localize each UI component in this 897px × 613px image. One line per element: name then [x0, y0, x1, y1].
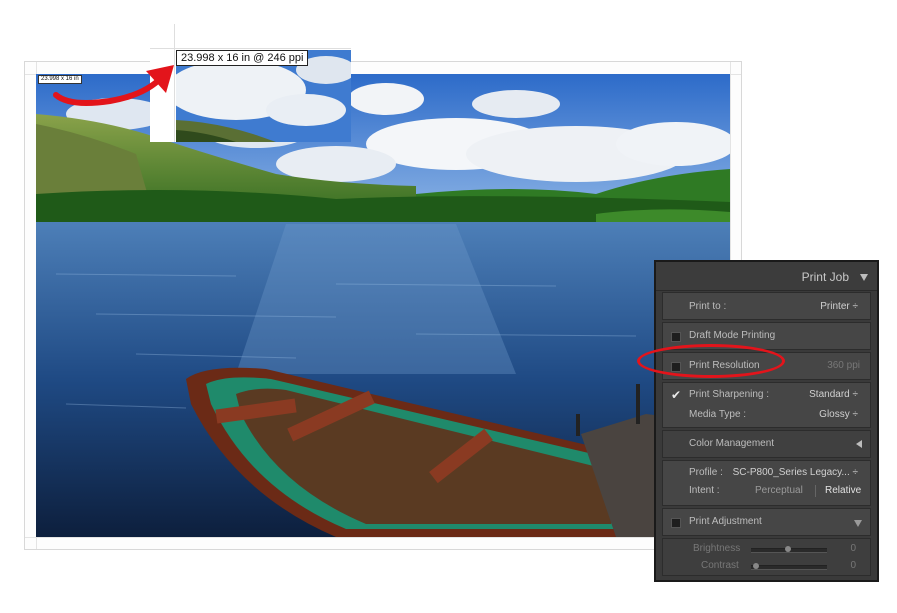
- brightness-value: 0: [850, 543, 856, 554]
- photo-preview[interactable]: [36, 74, 730, 537]
- brightness-label: Brightness: [693, 543, 741, 554]
- draft-mode-label: Draft Mode Printing: [689, 330, 776, 341]
- print-size-label-zoomed: 23.998 x 16 in @ 246 ppi: [176, 50, 309, 66]
- panel-header[interactable]: Print Job: [656, 262, 877, 291]
- color-management-header[interactable]: Color Management: [662, 430, 871, 458]
- print-adjustment-label: Print Adjustment: [689, 516, 762, 527]
- print-sharpening-select[interactable]: Standard ÷: [809, 389, 858, 400]
- draft-mode-checkbox[interactable]: [671, 332, 681, 342]
- intent-label: Intent :: [689, 485, 720, 496]
- collapse-triangle-icon[interactable]: [860, 274, 868, 281]
- collapse-triangle-icon[interactable]: [854, 520, 862, 527]
- intent-relative-option[interactable]: Relative: [825, 485, 861, 496]
- profile-label: Profile :: [689, 467, 723, 478]
- contrast-slider[interactable]: [751, 565, 827, 570]
- intent-perceptual-option[interactable]: Perceptual: [755, 485, 803, 496]
- expand-triangle-icon[interactable]: [856, 440, 862, 448]
- print-job-panel: Print Job Print to : Printer ÷ Draft Mod…: [654, 260, 879, 582]
- panel-title: Print Job: [801, 270, 849, 284]
- color-management-label: Color Management: [689, 438, 775, 449]
- brightness-slider-handle[interactable]: [785, 546, 791, 552]
- print-to-row: Print to : Printer ÷: [662, 292, 871, 320]
- annotation-ellipse: [637, 344, 785, 378]
- contrast-label: Contrast: [701, 560, 739, 571]
- adjustment-sliders: Brightness 0 Contrast 0: [662, 538, 871, 576]
- media-type-label: Media Type :: [689, 409, 747, 420]
- intent-divider: [815, 485, 816, 497]
- profile-select[interactable]: SC-P800_Series Legacy... ÷: [733, 467, 858, 478]
- media-type-select[interactable]: Glossy ÷: [819, 409, 858, 420]
- print-to-select[interactable]: Printer ÷: [820, 301, 858, 312]
- print-resolution-value[interactable]: 360 ppi: [827, 360, 860, 371]
- print-sharpening-group: ✔ Print Sharpening : Standard ÷ Media Ty…: [662, 382, 871, 428]
- annotation-arrow: [53, 65, 174, 106]
- profile-group: Profile : SC-P800_Series Legacy... ÷ Int…: [662, 460, 871, 506]
- contrast-value: 0: [850, 560, 856, 571]
- contrast-slider-handle[interactable]: [753, 563, 759, 569]
- print-to-label: Print to :: [689, 301, 727, 312]
- print-adjustment-row: Print Adjustment: [662, 508, 871, 536]
- checkmark-icon[interactable]: ✔: [671, 388, 681, 402]
- lake-photo: [36, 74, 730, 537]
- margin-guide: [150, 48, 351, 49]
- print-adjustment-checkbox[interactable]: [671, 518, 681, 528]
- margin-guide: [25, 537, 741, 538]
- print-sharpening-label: Print Sharpening :: [689, 389, 770, 400]
